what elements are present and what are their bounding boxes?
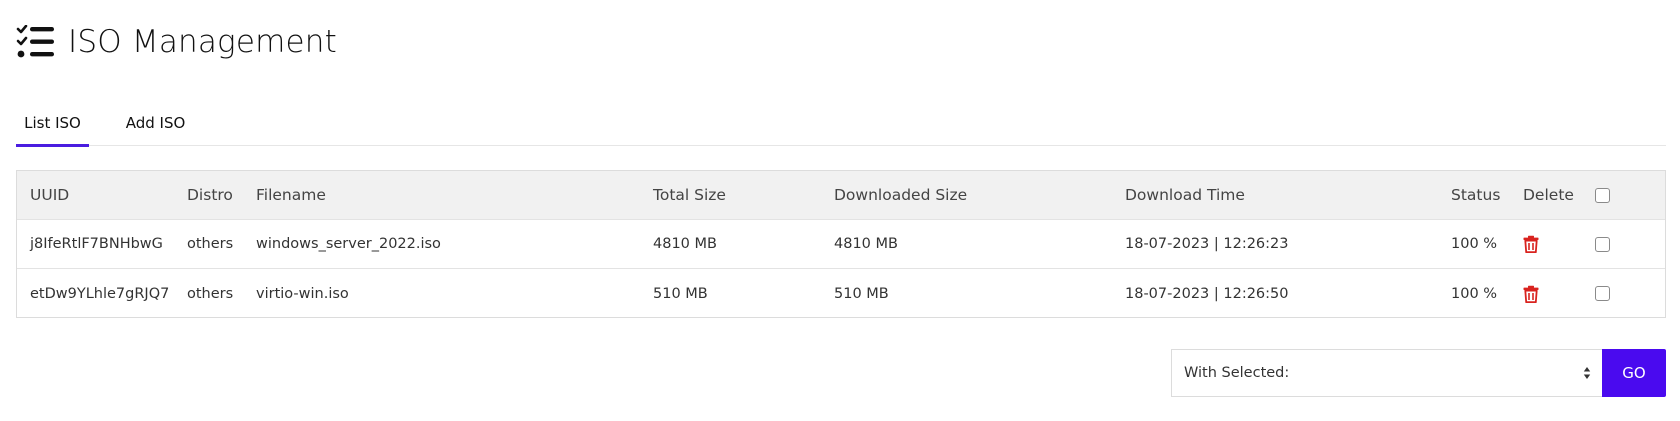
tab-list-iso[interactable]: List ISO [16,100,89,147]
column-header-uuid: UUID [30,186,70,204]
column-header-total-size: Total Size [653,186,726,204]
bulk-action-selected-value: With Selected: [1184,365,1290,381]
page-header: ISO Management [16,24,338,61]
column-header-status: Status [1451,186,1501,204]
checklist-icon [16,25,54,58]
column-header-download-time: Download Time [1125,186,1245,204]
cell-delete [1523,269,1539,318]
trash-icon[interactable] [1523,285,1539,303]
go-button[interactable]: GO [1602,349,1666,397]
bulk-action-select[interactable]: With Selected: [1171,349,1603,397]
cell-download-time: 18-07-2023 | 12:26:23 [1125,236,1289,252]
table-row: etDw9YLhle7gRJQ7 others virtio-win.iso 5… [17,269,1665,318]
row-checkbox[interactable] [1595,286,1610,301]
tab-add-iso[interactable]: Add ISO [118,100,193,146]
row-select-cell [1595,220,1610,268]
cell-status: 100 % [1451,285,1498,302]
table-header-row: UUID Distro Filename Total Size Download… [17,171,1665,220]
column-header-downloaded-size: Downloaded Size [834,186,968,204]
cell-status: 100 % [1451,236,1498,252]
trash-icon[interactable] [1523,235,1539,253]
select-all-checkbox[interactable] [1595,187,1610,203]
column-header-distro: Distro [187,186,233,204]
column-header-delete: Delete [1523,186,1574,204]
iso-table: UUID Distro Filename Total Size Download… [16,170,1666,318]
cell-uuid: j8IfeRtlF7BNHbwG [30,236,163,252]
table-row: j8IfeRtlF7BNHbwG others windows_server_2… [17,220,1665,269]
cell-filename: windows_server_2022.iso [256,236,441,252]
column-header-filename: Filename [256,186,326,204]
cell-uuid: etDw9YLhle7gRJQ7 [30,285,170,302]
cell-distro: others [187,236,234,252]
cell-total-size: 510 MB [653,285,708,302]
select-all-cell [1595,171,1610,219]
tab-bar: List ISO Add ISO [16,100,1666,147]
cell-delete [1523,220,1539,268]
cell-downloaded-size: 4810 MB [834,236,898,252]
cell-filename: virtio-win.iso [256,285,349,302]
select-arrows-icon [1583,367,1591,379]
cell-downloaded-size: 510 MB [834,285,889,302]
row-select-cell [1595,269,1610,318]
cell-distro: others [187,285,234,302]
row-checkbox[interactable] [1595,236,1610,252]
page-title: ISO Management [68,24,338,60]
cell-total-size: 4810 MB [653,236,717,252]
cell-download-time: 18-07-2023 | 12:26:50 [1125,285,1289,302]
